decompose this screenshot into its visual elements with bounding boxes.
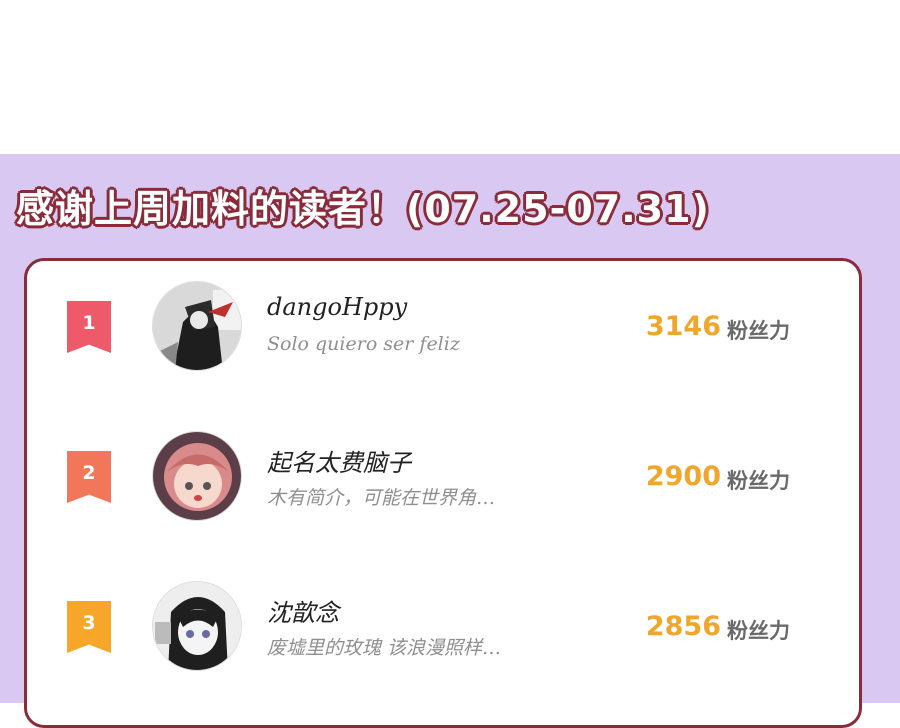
- reader-name[interactable]: dangoHppy: [267, 293, 407, 321]
- reader-signature: 木有简介，可能在世界角…: [267, 487, 496, 509]
- top-blank-area: [0, 0, 900, 154]
- anime-avatar-icon[interactable]: [152, 431, 242, 521]
- reader-signature: 废墟里的玫瑰 该浪漫照样…: [267, 637, 502, 659]
- list-item[interactable]: 2 起名太费脑子 木有简介，可能在世界角… 2900 粉丝力: [27, 431, 865, 531]
- list-item[interactable]: 3 沈歆念 废墟里的玫瑰 该浪漫照样… 2856 粉丝力: [27, 581, 865, 681]
- reader-signature: Solo quiero ser feliz: [267, 333, 460, 355]
- reader-name[interactable]: 起名太费脑子: [267, 443, 411, 478]
- fan-power-score: 3146: [645, 311, 721, 342]
- fan-power-score: 2900: [645, 461, 721, 492]
- fan-power-label: 粉丝力: [727, 469, 790, 493]
- fan-power-score: 2856: [645, 611, 721, 642]
- reader-ranking-card: 1 dangoHppy Solo quiero ser feliz 3146 粉…: [24, 258, 862, 728]
- page-title: 感谢上周加料的读者！(07.25-07.31): [16, 187, 710, 231]
- reader-name[interactable]: 沈歆念: [267, 593, 339, 628]
- fan-power-label: 粉丝力: [727, 319, 790, 343]
- anime-avatar-icon[interactable]: [152, 281, 242, 371]
- rank-badge: 1: [67, 301, 111, 353]
- list-item[interactable]: 1 dangoHppy Solo quiero ser feliz 3146 粉…: [27, 281, 865, 381]
- rank-badge: 2: [67, 451, 111, 503]
- fan-power-label: 粉丝力: [727, 619, 790, 643]
- rank-badge: 3: [67, 601, 111, 653]
- anime-avatar-icon[interactable]: [152, 581, 242, 671]
